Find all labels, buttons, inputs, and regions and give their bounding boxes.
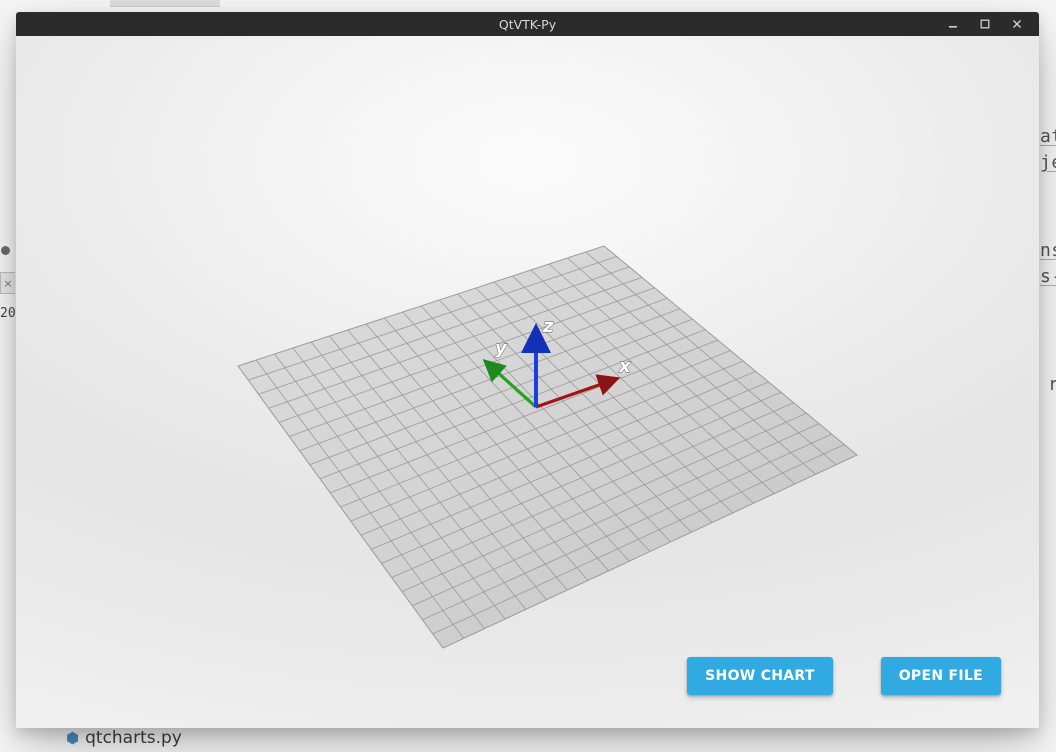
background-filename: qtcharts.py bbox=[85, 728, 182, 748]
bg-text-1: at bbox=[1040, 124, 1056, 150]
maximize-button[interactable] bbox=[969, 12, 1001, 36]
window-title: QtVTK-Py bbox=[16, 17, 1039, 32]
python-file-icon: ⬢ bbox=[66, 729, 79, 747]
axis-x-label: x bbox=[618, 356, 632, 377]
scene-3d: x y z bbox=[16, 36, 1039, 728]
background-date-fragment: 20 bbox=[0, 306, 16, 321]
bg-text-2: je bbox=[1040, 150, 1056, 176]
open-file-button[interactable]: OPEN FILE bbox=[881, 657, 1001, 695]
show-chart-button[interactable]: SHOW CHART bbox=[687, 657, 833, 695]
background-dot bbox=[1, 246, 10, 255]
bg-text-4: s- bbox=[1040, 264, 1056, 290]
maximize-icon bbox=[980, 19, 990, 29]
bg-text-5: r bbox=[1048, 372, 1056, 398]
background-tab-strip bbox=[110, 0, 220, 7]
window-controls bbox=[937, 12, 1033, 36]
background-close-tab: × bbox=[0, 272, 15, 294]
axis-y-label: y bbox=[495, 338, 508, 359]
close-icon bbox=[1012, 19, 1022, 29]
titlebar[interactable]: QtVTK-Py bbox=[16, 12, 1039, 36]
button-bar: SHOW CHART OPEN FILE bbox=[687, 657, 1001, 695]
minimize-button[interactable] bbox=[937, 12, 969, 36]
close-button[interactable] bbox=[1001, 12, 1033, 36]
app-window: QtVTK-Py bbox=[16, 12, 1039, 728]
background-file-label: ⬢ qtcharts.py bbox=[66, 728, 182, 748]
minimize-icon bbox=[948, 19, 958, 29]
ground-grid bbox=[238, 246, 857, 648]
vtk-viewport[interactable]: x y z SHOW CHART OPEN FILE bbox=[16, 36, 1039, 728]
bg-text-3: ns bbox=[1040, 238, 1056, 264]
axis-z-label: z bbox=[542, 316, 554, 337]
